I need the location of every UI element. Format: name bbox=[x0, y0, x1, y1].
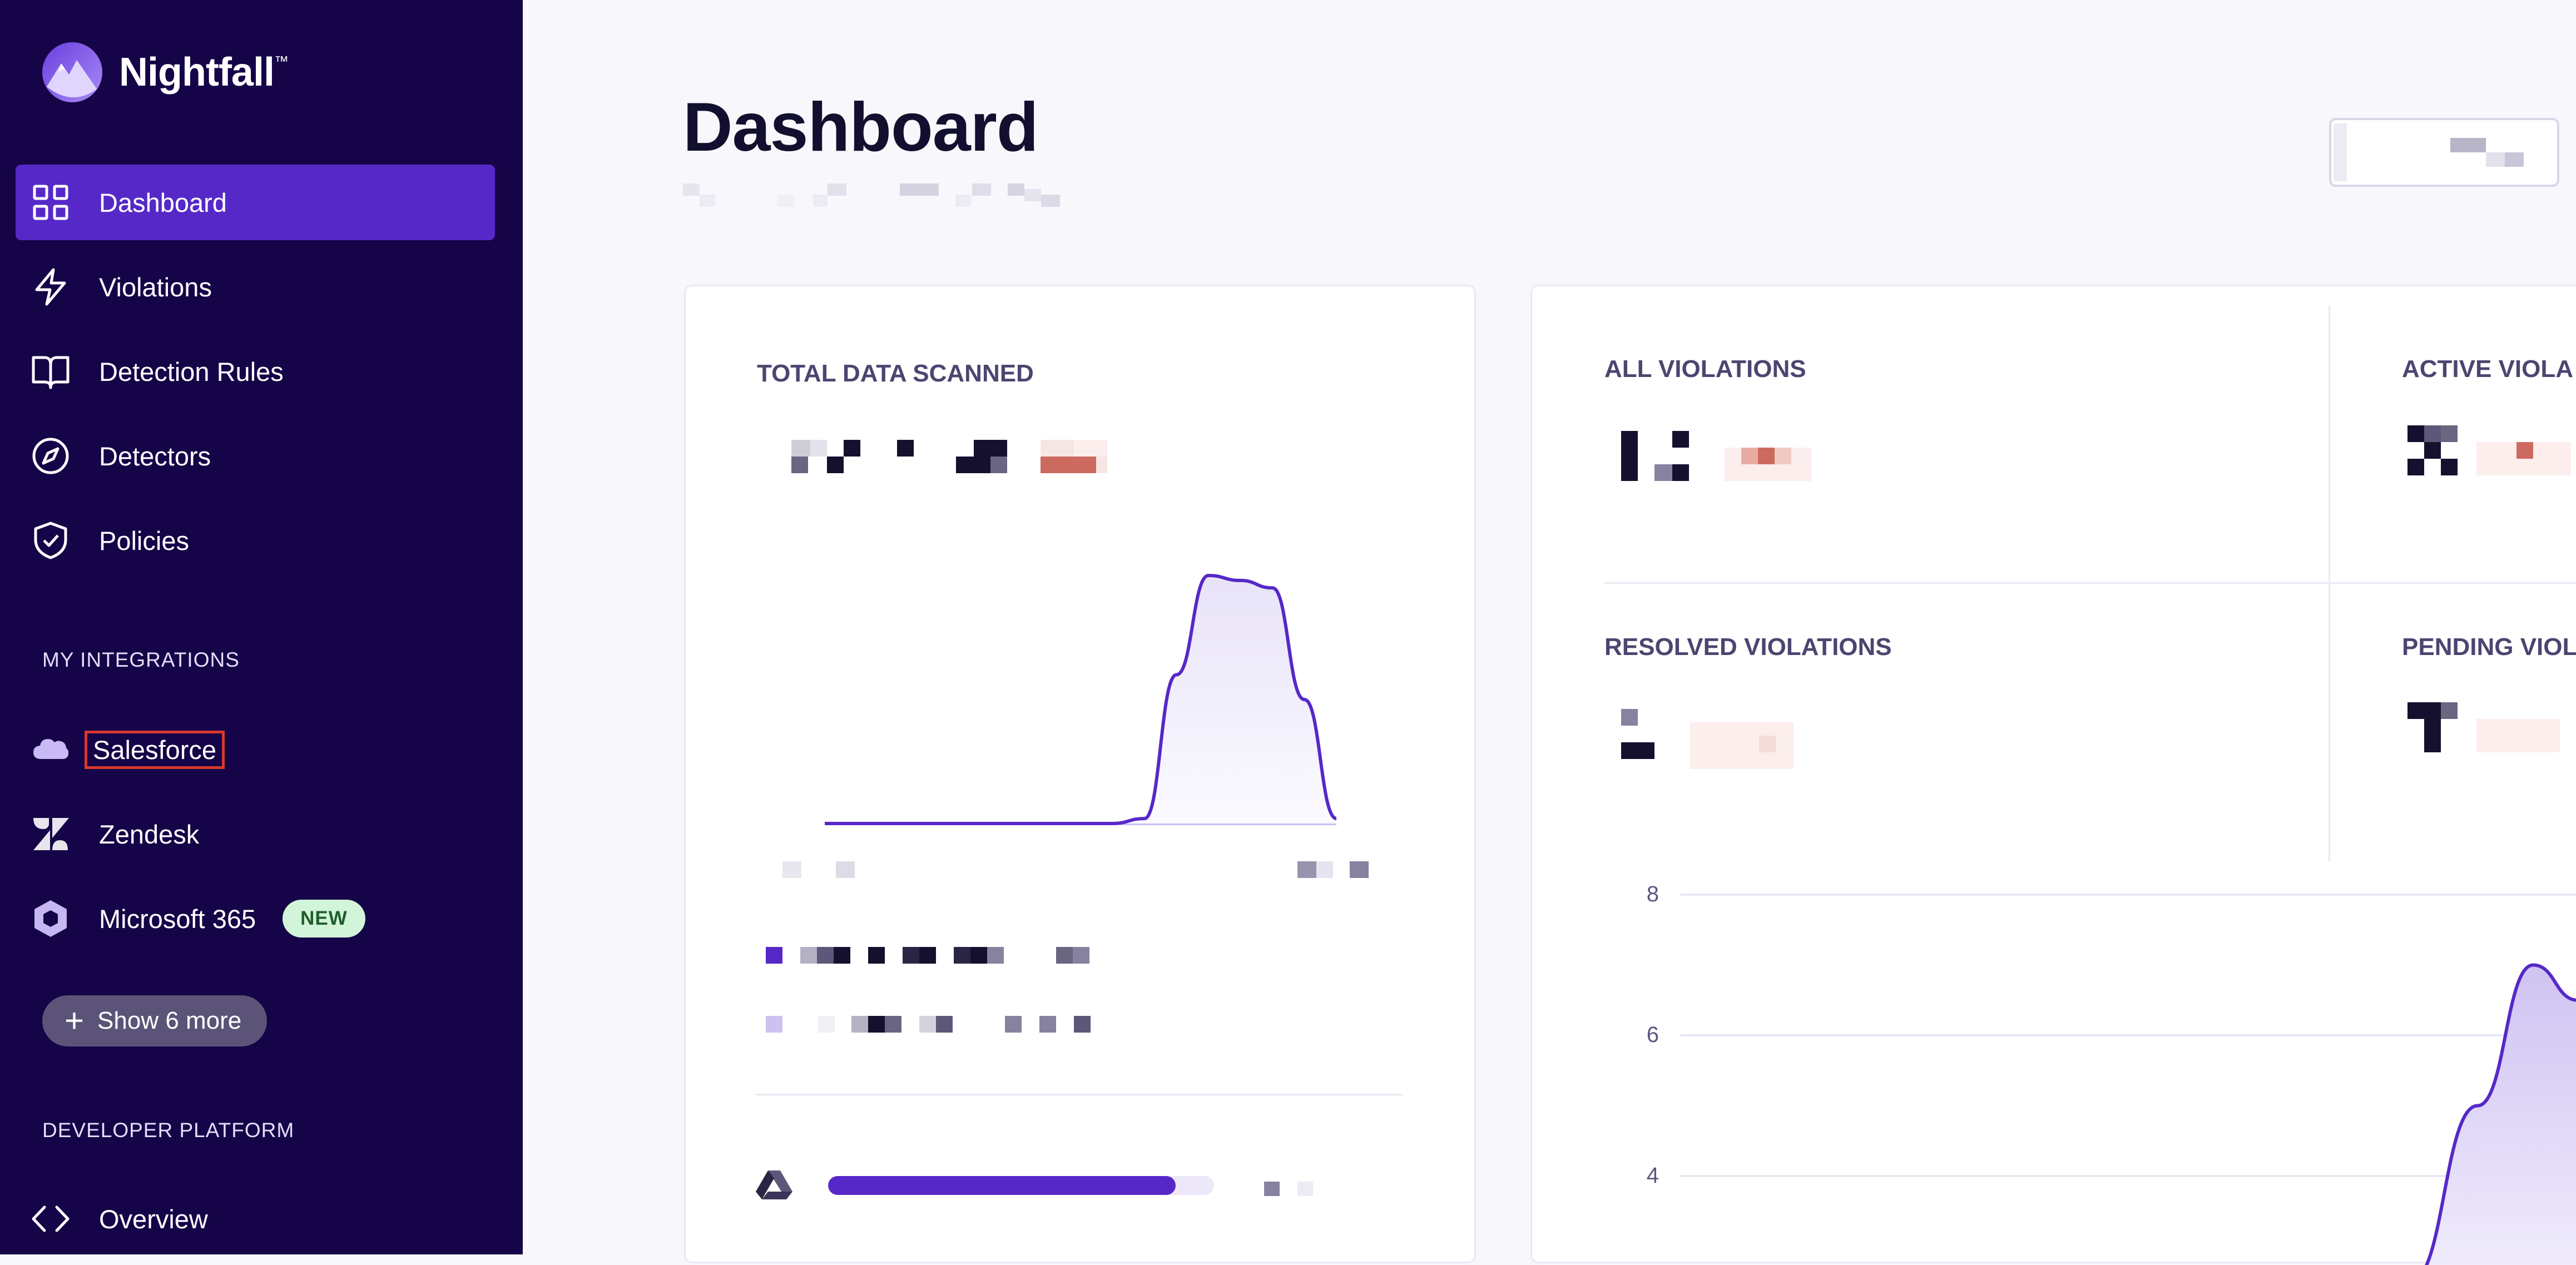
sidebar-item-label: Violations bbox=[99, 272, 212, 302]
shield-check-icon bbox=[31, 521, 70, 560]
plus-icon: + bbox=[65, 1004, 84, 1038]
brand[interactable]: Nightfall™ bbox=[41, 41, 288, 103]
new-badge: NEW bbox=[283, 900, 365, 937]
integration-progress-fill bbox=[828, 1176, 1176, 1195]
total-data-scanned-card: TOTAL DATA SCANNED bbox=[684, 285, 1476, 1263]
top-right-control[interactable] bbox=[2329, 118, 2559, 187]
sidebar-item-label: Zendesk bbox=[99, 819, 199, 850]
y-tick-label: 4 bbox=[1647, 1163, 1659, 1188]
violations-chart: 4 6 8 bbox=[1532, 876, 2576, 1265]
sidebar-item-label: Microsoft 365 bbox=[99, 904, 256, 934]
brand-name: Nightfall™ bbox=[119, 49, 288, 95]
book-icon bbox=[31, 352, 70, 391]
active-violations-heading: ACTIVE VIOLA bbox=[2402, 355, 2573, 383]
card-divider bbox=[1604, 582, 2576, 584]
page-title: Dashboard bbox=[683, 88, 1038, 167]
series-area bbox=[825, 576, 1336, 824]
show-more-button[interactable]: + Show 6 more bbox=[42, 995, 267, 1046]
sidebar-item-policies[interactable]: Policies bbox=[16, 503, 495, 578]
sidebar-item-violations[interactable]: Violations bbox=[16, 249, 495, 325]
code-brackets-icon bbox=[31, 1199, 70, 1238]
integration-progress-track bbox=[828, 1176, 1214, 1195]
y-tick-label: 6 bbox=[1647, 1023, 1659, 1047]
redacted-block bbox=[2450, 138, 2486, 152]
total-data-scanned-chart bbox=[802, 553, 1359, 842]
developer-heading: DEVELOPER PLATFORM bbox=[42, 1119, 294, 1142]
show-more-label: Show 6 more bbox=[97, 1007, 241, 1035]
pending-violations-heading: PENDING VIOL bbox=[2402, 633, 2576, 661]
sidebar-item-label: Policies bbox=[99, 525, 189, 556]
sidebar-item-label: Salesforce bbox=[85, 731, 225, 769]
sidebar-item-label: Overview bbox=[99, 1204, 208, 1234]
google-drive-icon bbox=[756, 1169, 792, 1200]
integrations-heading: MY INTEGRATIONS bbox=[42, 648, 240, 672]
series-area bbox=[2411, 965, 2576, 1265]
lightning-icon bbox=[31, 267, 70, 306]
y-tick-label: 8 bbox=[1647, 882, 1659, 906]
salesforce-cloud-icon bbox=[31, 730, 70, 769]
sidebar-item-dashboard[interactable]: Dashboard bbox=[16, 165, 495, 240]
sidebar: Nightfall™ Dashboard Violations Detectio… bbox=[0, 0, 523, 1254]
sidebar-item-detectors[interactable]: Detectors bbox=[16, 418, 495, 494]
violations-card: ALL VIOLATIONS ACTIVE VIOLA RESOLVED VIO… bbox=[1530, 285, 2576, 1263]
card-divider bbox=[756, 1094, 1403, 1095]
sidebar-item-label: Dashboard bbox=[99, 187, 227, 218]
microsoft-365-icon bbox=[31, 899, 70, 938]
all-violations-heading: ALL VIOLATIONS bbox=[1604, 355, 1806, 383]
grid-icon bbox=[31, 183, 70, 222]
redacted-block bbox=[2334, 123, 2347, 181]
total-data-scanned-heading: TOTAL DATA SCANNED bbox=[757, 360, 1034, 388]
nightfall-logo-icon bbox=[41, 41, 103, 103]
sidebar-item-overview[interactable]: Overview bbox=[16, 1181, 495, 1257]
sidebar-item-label: Detection Rules bbox=[99, 356, 284, 387]
redacted-block bbox=[2486, 152, 2505, 167]
zendesk-icon bbox=[31, 815, 70, 854]
sidebar-item-zendesk[interactable]: Zendesk bbox=[16, 796, 495, 872]
compass-icon bbox=[31, 436, 70, 475]
resolved-violations-heading: RESOLVED VIOLATIONS bbox=[1604, 633, 1892, 661]
sidebar-item-label: Detectors bbox=[99, 441, 211, 472]
sidebar-item-salesforce[interactable]: Salesforce bbox=[16, 712, 495, 787]
redacted-block bbox=[2505, 152, 2524, 167]
sidebar-item-microsoft-365[interactable]: Microsoft 365 NEW bbox=[16, 881, 495, 956]
sidebar-item-detection-rules[interactable]: Detection Rules bbox=[16, 334, 495, 409]
